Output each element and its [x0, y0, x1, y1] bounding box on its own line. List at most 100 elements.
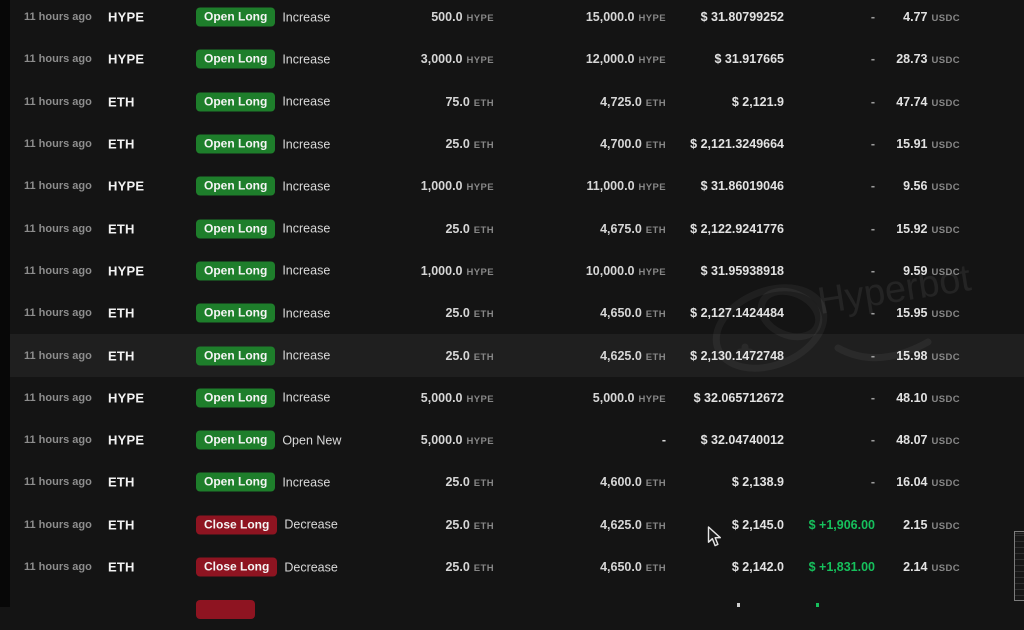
fee-cell: 15.92USDC [896, 220, 960, 238]
total-size-value: - [662, 433, 666, 447]
total-size-value: 4,675.0 [600, 222, 642, 236]
trade-row[interactable]: 11 hours ago ETH Open Long Increase 25.0… [10, 334, 1024, 376]
total-size-value: 4,700.0 [600, 137, 642, 151]
total-size-cell: 4,725.0ETH [600, 93, 666, 111]
trade-row-partial[interactable] [10, 588, 1024, 630]
size-value: 25.0 [445, 475, 469, 489]
pnl-cell: - [871, 177, 875, 195]
fee-unit: USDC [931, 55, 960, 66]
direction-cell: Open Long Increase [196, 135, 330, 154]
trade-row[interactable]: 11 hours ago HYPE Open Long Increase 500… [10, 0, 1024, 38]
coin-label: ETH [108, 221, 135, 236]
action-label: Increase [282, 306, 330, 320]
left-edge-strip [0, 0, 10, 607]
fee-value: 4.77 [903, 10, 927, 24]
total-size-unit: ETH [646, 563, 666, 574]
total-size-unit: HYPE [639, 13, 666, 24]
direction-cell: Open Long Increase [196, 473, 330, 492]
price-cell: $ 2,138.9 [732, 473, 784, 491]
pnl-cell: - [871, 262, 875, 280]
direction-cell: Open Long Increase [196, 346, 330, 365]
total-size-cell: - [662, 431, 666, 449]
price-value: $ 2,145.0 [732, 518, 784, 532]
trade-row[interactable]: 11 hours ago HYPE Open Long Increase 1,0… [10, 250, 1024, 292]
fee-value: 15.91 [896, 137, 927, 151]
coin-label: HYPE [108, 263, 144, 278]
fee-unit: USDC [931, 563, 960, 574]
size-unit: ETH [474, 352, 494, 363]
action-label: Increase [282, 95, 330, 109]
size-value: 25.0 [445, 306, 469, 320]
pnl-value: - [871, 433, 875, 447]
fee-value: 48.07 [896, 433, 927, 447]
size-unit: ETH [474, 140, 494, 151]
trade-row[interactable]: 11 hours ago HYPE Open Long Increase 3,0… [10, 38, 1024, 80]
fee-unit: USDC [931, 394, 960, 405]
trade-row[interactable]: 11 hours ago ETH Close Long Decrease 25.… [10, 504, 1024, 546]
size-cell: 5,000.0HYPE [421, 389, 494, 407]
direction-badge: Open Long [196, 219, 275, 238]
fee-cell: 2.15USDC [903, 516, 960, 534]
pnl-value: - [871, 349, 875, 363]
size-value: 25.0 [445, 560, 469, 574]
size-cell: 25.0ETH [445, 473, 494, 491]
fee-cell: 4.77USDC [903, 8, 960, 26]
size-unit: ETH [474, 309, 494, 320]
coin-label: ETH [108, 348, 135, 363]
total-size-cell: 5,000.0HYPE [593, 389, 666, 407]
trade-row[interactable]: 11 hours ago ETH Open Long Increase 25.0… [10, 292, 1024, 334]
price-cell: $ 32.04740012 [701, 431, 784, 449]
direction-cell: Close Long Decrease [196, 558, 338, 577]
direction-cell: Close Long Decrease [196, 515, 338, 534]
direction-cell: Open Long Increase [196, 177, 330, 196]
trade-time: 11 hours ago [24, 561, 92, 573]
trade-time: 11 hours ago [24, 476, 92, 488]
price-value: $ 2,127.1424484 [690, 306, 784, 320]
trade-row[interactable]: 11 hours ago ETH Open Long Increase 25.0… [10, 123, 1024, 165]
fee-cell: 48.10USDC [896, 389, 960, 407]
price-value: $ 2,142.0 [732, 560, 784, 574]
size-cell: 25.0ETH [445, 516, 494, 534]
total-size-cell: 4,650.0 ETH [600, 558, 666, 576]
total-size-unit: ETH [646, 352, 666, 363]
size-unit: HYPE [467, 55, 494, 66]
trade-row[interactable]: 11 hours ago ETH Open Long Increase 25.0… [10, 461, 1024, 503]
pnl-value: $ +1,831.00 [809, 560, 875, 574]
trade-row[interactable]: 11 hours ago ETH Open Long Increase 75.0… [10, 81, 1024, 123]
price-value: $ 2,130.1472748 [690, 349, 784, 363]
right-edge-widget[interactable] [1014, 531, 1024, 601]
price-value: $ 31.86019046 [701, 179, 784, 193]
coin-label: ETH [108, 94, 135, 109]
fee-cell: 9.56USDC [903, 177, 960, 195]
price-value: $ 2,138.9 [732, 475, 784, 489]
price-cell: $ 32.065712672 [694, 389, 784, 407]
fee-unit: USDC [931, 478, 960, 489]
total-size-cell: 10,000.0HYPE [586, 262, 666, 280]
fee-unit: USDC [931, 352, 960, 363]
direction-badge: Open Long [196, 473, 275, 492]
price-cell: $ 2,127.1424484 [690, 304, 784, 322]
fee-unit: USDC [931, 225, 960, 236]
fee-unit: USDC [931, 267, 960, 278]
trade-row[interactable]: 11 hours ago HYPE Open Long Increase 5,0… [10, 377, 1024, 419]
direction-cell: Open Long Increase [196, 304, 330, 323]
total-size-cell: 4,625.0ETH [600, 347, 666, 365]
fee-value: 15.95 [896, 306, 927, 320]
total-size-unit: ETH [646, 309, 666, 320]
trade-row[interactable]: 11 hours ago HYPE Open Long Open New 5,0… [10, 419, 1024, 461]
pnl-value: - [871, 391, 875, 405]
coin-label: HYPE [108, 390, 144, 405]
total-size-value: 4,650.0 [600, 560, 642, 574]
price-value: $ 32.065712672 [694, 391, 784, 405]
pnl-cell: - [871, 220, 875, 238]
trade-row[interactable]: 11 hours ago ETH Open Long Increase 25.0… [10, 207, 1024, 249]
total-size-value: 4,600.0 [600, 475, 642, 489]
action-label: Decrease [284, 560, 338, 574]
trade-time: 11 hours ago [24, 180, 92, 192]
total-size-cell: 4,675.0ETH [600, 220, 666, 238]
total-size-unit: ETH [646, 140, 666, 151]
trade-row[interactable]: 11 hours ago ETH Close Long Decrease 25.… [10, 546, 1024, 588]
fee-cell: 47.74USDC [896, 93, 960, 111]
trade-row[interactable]: 11 hours ago HYPE Open Long Increase 1,0… [10, 165, 1024, 207]
size-value: 25.0 [445, 518, 469, 532]
